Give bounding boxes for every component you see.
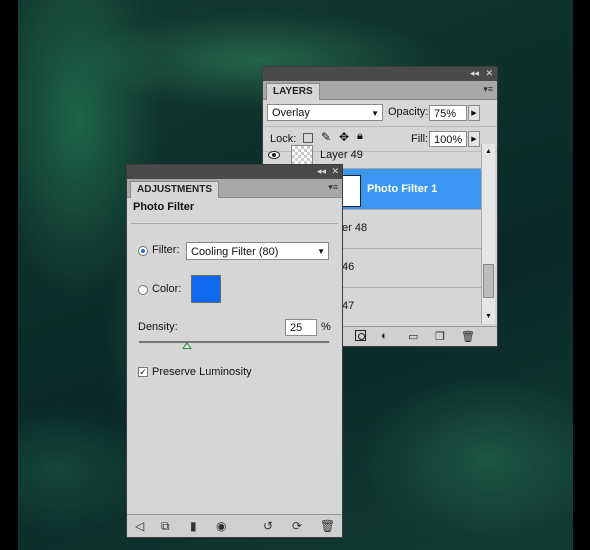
blend-mode-select[interactable]: Overlay ▼ bbox=[267, 104, 383, 121]
back-icon[interactable]: ◁ bbox=[135, 519, 144, 533]
folder-icon[interactable]: ▭ bbox=[408, 330, 418, 343]
previous-state-icon[interactable]: ↺ bbox=[263, 519, 273, 533]
eye-icon[interactable]: ◉ bbox=[216, 519, 226, 533]
clip-icon[interactable]: ⧉ bbox=[161, 519, 170, 534]
layer-name: Photo Filter 1 bbox=[367, 183, 438, 195]
close-icon[interactable]: ✕ bbox=[331, 166, 339, 177]
scroll-thumb[interactable] bbox=[483, 264, 494, 298]
density-label: Density: bbox=[138, 321, 178, 333]
lock-transparent-icon[interactable] bbox=[303, 133, 313, 143]
density-slider-thumb[interactable] bbox=[181, 342, 192, 349]
color-swatch[interactable] bbox=[191, 275, 221, 303]
chevron-down-icon: ▼ bbox=[317, 247, 325, 256]
preserve-luminosity-checkbox[interactable]: ✓ bbox=[138, 367, 148, 377]
filter-label: Filter: bbox=[152, 244, 180, 256]
tab-adjustments[interactable]: ADJUSTMENTS bbox=[130, 181, 220, 198]
close-icon[interactable]: ✕ bbox=[485, 68, 493, 79]
blend-row: Overlay ▼ Opacity: 75% ▶ bbox=[263, 100, 497, 127]
layer-name: er 48 bbox=[342, 222, 368, 234]
trash-icon[interactable]: 🗑︎ bbox=[320, 519, 335, 533]
density-input[interactable]: 25 bbox=[285, 319, 317, 336]
panel-menu-icon[interactable]: ▾≡ bbox=[483, 84, 493, 95]
adjustment-icon[interactable]: ◐ bbox=[381, 330, 388, 342]
mask-icon[interactable] bbox=[355, 330, 366, 341]
trash-icon[interactable]: 🗑︎ bbox=[461, 330, 475, 343]
color-radio[interactable] bbox=[138, 285, 148, 295]
new-layer-icon[interactable]: ❐ bbox=[435, 330, 445, 343]
density-slider-track[interactable] bbox=[139, 341, 329, 343]
scroll-down-icon[interactable]: ▼ bbox=[485, 313, 492, 320]
layers-scrollbar[interactable]: ▲ ▼ bbox=[481, 144, 495, 324]
adjustment-title: Photo Filter bbox=[133, 201, 195, 213]
layer-name: 47 bbox=[342, 300, 355, 312]
divider bbox=[131, 223, 338, 224]
blend-mode-value: Overlay bbox=[272, 107, 310, 119]
lock-brush-icon[interactable]: ✎ bbox=[321, 130, 331, 144]
collapse-icon[interactable]: ◂◂ bbox=[317, 166, 326, 177]
scroll-up-icon[interactable]: ▲ bbox=[485, 148, 492, 155]
layers-titlebar[interactable]: ◂◂ ✕ bbox=[263, 67, 497, 81]
filter-select[interactable]: Cooling Filter (80) ▼ bbox=[186, 242, 329, 260]
eye-icon[interactable] bbox=[268, 150, 280, 160]
lock-move-icon[interactable]: ✥ bbox=[339, 130, 349, 144]
adjustments-titlebar[interactable]: ◂◂ ✕ bbox=[127, 165, 342, 179]
layer-name: Layer 49 bbox=[320, 149, 363, 161]
chevron-down-icon: ▼ bbox=[371, 109, 379, 118]
adjustments-tabstrip: ADJUSTMENTS ▾≡ bbox=[127, 179, 342, 198]
lock-all-icon[interactable]: 🔒︎ bbox=[357, 130, 363, 143]
reset-icon[interactable]: ⟳ bbox=[292, 519, 302, 533]
collapse-icon[interactable]: ◂◂ bbox=[470, 68, 479, 79]
layer-name: 46 bbox=[342, 261, 355, 273]
tab-layers[interactable]: LAYERS bbox=[266, 83, 320, 100]
adjustments-footer: ◁ ⧉ ▮ ◉ ↺ ⟳ 🗑︎ bbox=[127, 514, 342, 537]
filter-value: Cooling Filter (80) bbox=[191, 246, 279, 258]
preserve-luminosity-label: Preserve Luminosity bbox=[152, 366, 252, 378]
opacity-input[interactable]: 75% bbox=[429, 105, 467, 121]
opacity-label: Opacity: bbox=[388, 106, 429, 118]
adjustments-panel: ◂◂ ✕ ADJUSTMENTS ▾≡ Photo Filter Filter:… bbox=[126, 164, 343, 538]
opacity-arrow-icon[interactable]: ▶ bbox=[468, 105, 480, 121]
layers-tabstrip: LAYERS ▾≡ bbox=[263, 81, 497, 100]
panel-menu-icon[interactable]: ▾≡ bbox=[328, 182, 338, 193]
mask-icon[interactable]: ▮ bbox=[190, 519, 197, 533]
filter-radio[interactable] bbox=[138, 246, 148, 256]
color-label: Color: bbox=[152, 283, 182, 295]
density-unit: % bbox=[321, 321, 331, 333]
